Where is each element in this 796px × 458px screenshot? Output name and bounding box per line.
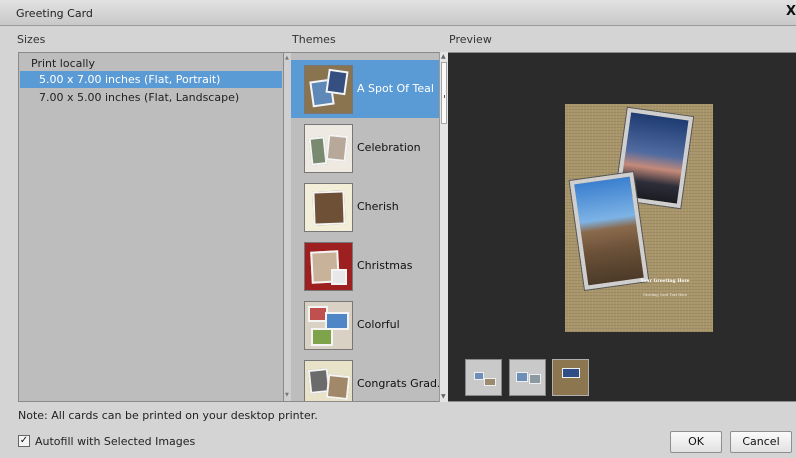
theme-item-colorful[interactable]: Colorful (291, 296, 439, 354)
theme-label: Congrats Grad... (357, 377, 439, 390)
preview-page-thumb-2[interactable] (509, 359, 546, 396)
card-preview: Your Greeting Here Greeting Card Text He… (565, 104, 713, 332)
themes-scroll-thumb[interactable] (441, 62, 447, 124)
size-item-landscape[interactable]: 7.00 x 5.00 inches (Flat, Landscape) (20, 89, 282, 106)
themes-list[interactable]: A Spot Of Teal Celebration Cherish Chris… (291, 52, 439, 402)
preview-heading: Preview (449, 33, 492, 46)
theme-label: A Spot Of Teal (357, 82, 434, 95)
autofill-checkbox[interactable]: ✓ (18, 435, 30, 447)
theme-label: Celebration (357, 141, 421, 154)
theme-item-a-spot-of-teal[interactable]: A Spot Of Teal (291, 60, 439, 118)
theme-item-celebration[interactable]: Celebration (291, 119, 439, 177)
scroll-down-icon[interactable]: ▼ (441, 394, 446, 400)
title-bar: Greeting Card X (0, 0, 796, 26)
preview-greeting-subtext: Greeting Card Text Here (642, 293, 688, 297)
autofill-label[interactable]: Autofill with Selected Images (35, 435, 195, 448)
ok-button[interactable]: OK (670, 431, 722, 453)
theme-thumbnail (304, 124, 353, 173)
preview-greeting-text: Your Greeting Here (640, 279, 690, 284)
theme-thumbnail (304, 183, 353, 232)
size-item-portrait[interactable]: 5.00 x 7.00 inches (Flat, Portrait) (20, 71, 282, 88)
scroll-up-icon[interactable]: ▲ (285, 56, 290, 61)
themes-heading: Themes (292, 33, 336, 46)
theme-label: Christmas (357, 259, 413, 272)
scroll-up-icon[interactable]: ▲ (441, 54, 446, 60)
print-note: Note: All cards can be printed on your d… (18, 409, 318, 422)
cancel-button[interactable]: Cancel (730, 431, 792, 453)
theme-item-congrats-grad[interactable]: Congrats Grad... (291, 355, 439, 401)
scroll-down-icon[interactable]: ▼ (285, 393, 290, 398)
sizes-list[interactable]: Print locally 5.00 x 7.00 inches (Flat, … (18, 52, 284, 402)
theme-thumbnail (304, 65, 353, 114)
theme-label: Cherish (357, 200, 399, 213)
theme-thumbnail (304, 242, 353, 291)
preview-page-thumb-1[interactable] (465, 359, 502, 396)
theme-label: Colorful (357, 318, 400, 331)
theme-thumbnail (304, 360, 353, 401)
preview-pane: Your Greeting Here Greeting Card Text He… (448, 52, 796, 402)
sizes-heading: Sizes (17, 33, 46, 46)
window-title: Greeting Card (16, 7, 93, 20)
preview-page-thumb-3[interactable] (552, 359, 589, 396)
theme-thumbnail (304, 301, 353, 350)
themes-scrollbar[interactable]: ▲ ▼ (439, 52, 448, 402)
theme-item-cherish[interactable]: Cherish (291, 178, 439, 236)
theme-item-christmas[interactable]: Christmas (291, 237, 439, 295)
sizes-group-label: Print locally (31, 57, 95, 70)
close-icon[interactable]: X (786, 4, 796, 20)
sizes-scrollbar[interactable]: ▲ ▼ (284, 52, 291, 402)
